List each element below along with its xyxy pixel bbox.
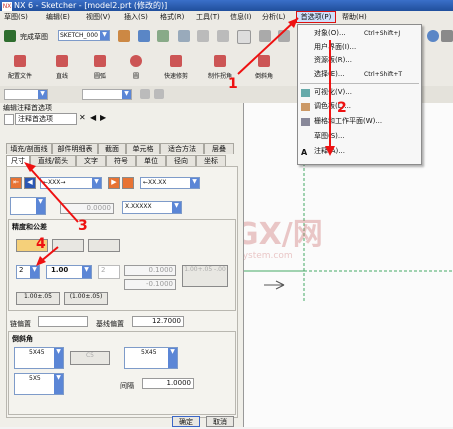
arrow-1-line xyxy=(237,17,299,75)
tutorial-annotations xyxy=(24,17,335,266)
arrow-2-head xyxy=(325,146,335,156)
annotation-step-4: 4 xyxy=(36,236,46,252)
annotation-step-1: 1 xyxy=(228,76,238,92)
annotation-step-2: 2 xyxy=(337,100,347,116)
arrow-3-head xyxy=(24,162,36,172)
arrow-3-line xyxy=(27,165,79,223)
annotation-step-3: 3 xyxy=(78,218,88,234)
